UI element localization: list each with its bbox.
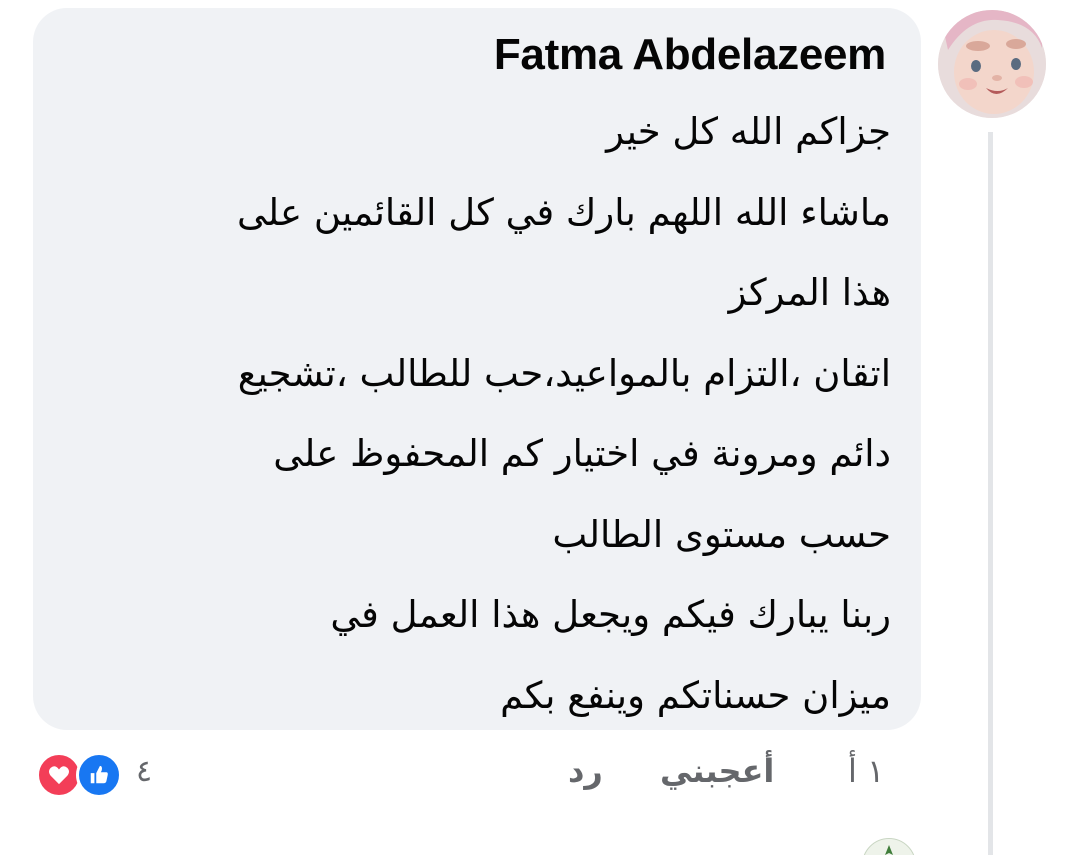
reaction-count: ٤ [136, 754, 153, 789]
comment-line: اتقان ،التزام بالمواعيد،حب للطالب ،تشجيع [237, 351, 891, 395]
comment-body: جزاكم الله كل خير ماشاء الله اللهم بارك … [61, 92, 891, 736]
comment-line: ماشاء الله اللهم بارك في كل القائمين على [236, 190, 891, 234]
comment-line: ربنا يبارك فيكم ويجعل هذا العمل في [330, 593, 891, 636]
thread-connector-line [988, 132, 993, 855]
reaction-summary[interactable]: ٤ [36, 750, 166, 798]
comment-bubble[interactable]: Fatma Abdelazeem جزاكم الله كل خير ماشاء… [33, 8, 921, 730]
commenter-avatar[interactable] [938, 10, 1046, 118]
like-button[interactable]: أعجبني [660, 752, 774, 790]
next-comment-author[interactable] [540, 840, 840, 855]
comment-line: جزاكم الله كل خير [606, 110, 891, 153]
comment-timestamp[interactable]: ١ أ [848, 752, 884, 790]
next-commenter-avatar[interactable] [862, 838, 916, 855]
green-emblem-icon [865, 839, 913, 855]
comment-author-name[interactable]: Fatma Abdelazeem [494, 30, 886, 80]
baby-photo-icon [938, 10, 1046, 118]
comment-thread: Fatma Abdelazeem جزاكم الله كل خير ماشاء… [0, 0, 1080, 855]
comment-line: هذا المركز [728, 271, 891, 314]
comment-line: دائم ومرونة في اختيار كم المحفوظ على [273, 432, 891, 475]
comment-line: ميزان حسناتكم وينفع بكم [500, 673, 891, 717]
like-icon [76, 752, 122, 798]
comment-line: حسب مستوى الطالب [552, 512, 891, 556]
reply-button[interactable]: رد [568, 752, 603, 790]
